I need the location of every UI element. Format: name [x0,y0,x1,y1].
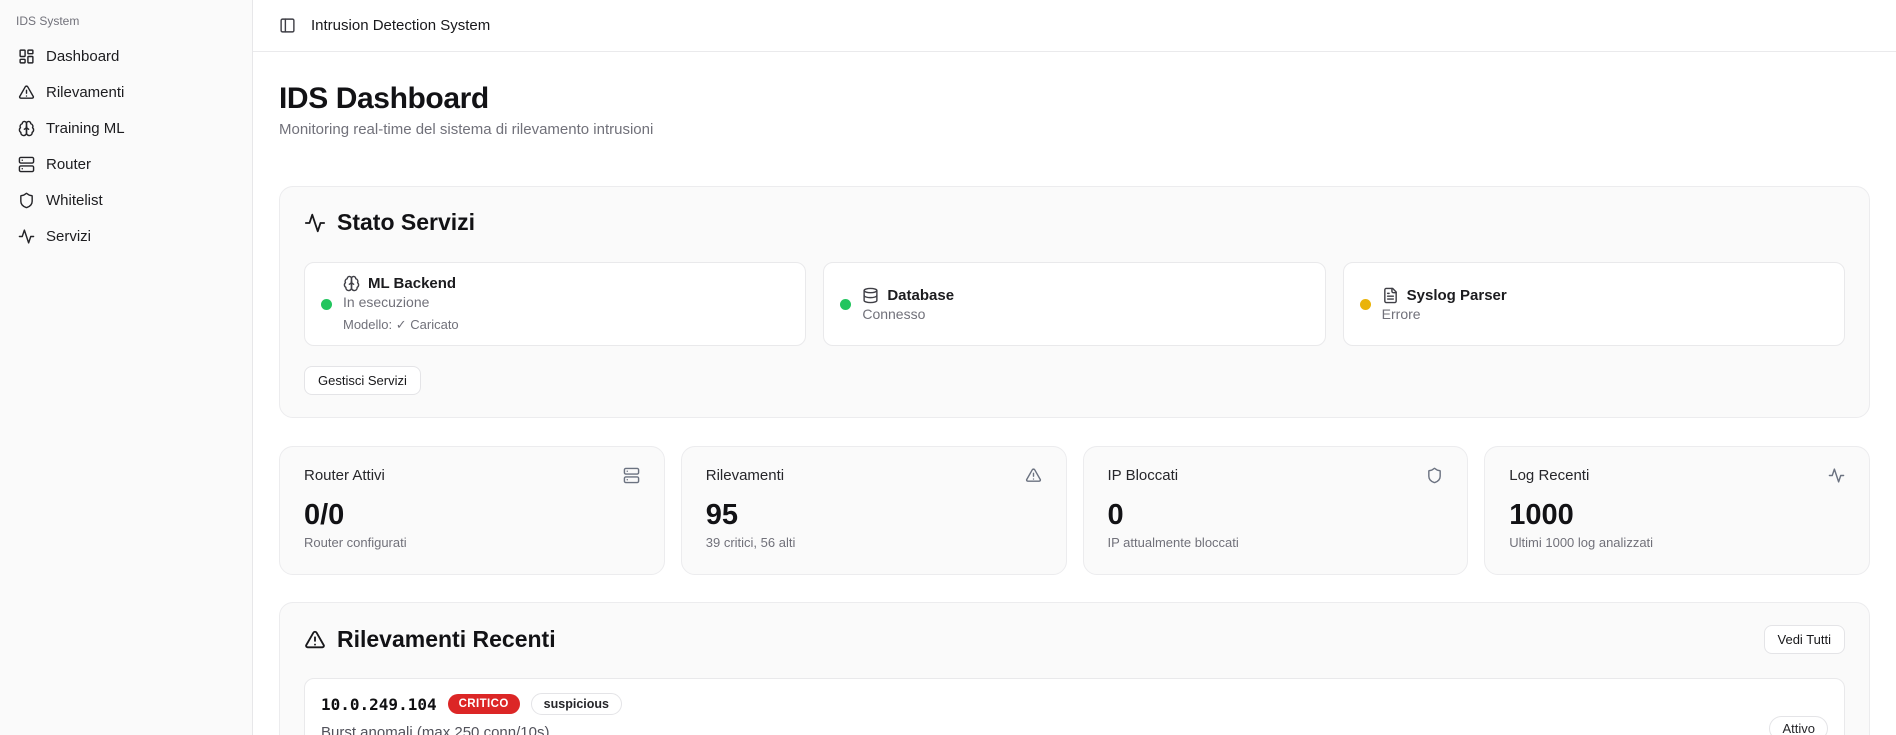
triangle-alert-icon [1025,467,1042,484]
sidebar-item-label: Dashboard [46,48,119,65]
shield-icon [1426,467,1443,484]
server-icon [623,467,640,484]
services-status-card: Stato Servizi ML Backend In esecuzione M… [279,186,1870,418]
stat-value: 0 [1108,499,1444,532]
stat-subtext: Router configurati [304,535,640,550]
status-dot [1360,299,1371,310]
detection-description: Burst anomali (max 250 conn/10s) [321,724,622,735]
service-name: Syslog Parser [1407,287,1507,304]
sidebar-item-label: Training ML [46,120,125,137]
stat-top: Log Recenti [1509,467,1845,484]
service-model-detail: Modello: ✓ Caricato [343,317,459,333]
page-content: IDS Dashboard Monitoring real-time del s… [253,52,1896,735]
page-title: IDS Dashboard [279,82,1870,116]
sidebar-item-label: Rilevamenti [46,84,124,101]
sidebar-item-training-ml[interactable]: Training ML [10,112,242,145]
stat-card-router-attivi: Router Attivi 0/0 Router configurati [279,446,665,575]
tag-badge: suspicious [531,693,622,715]
triangle-alert-icon [304,629,326,651]
services-heading: Stato Servizi [304,209,1845,236]
brain-icon [343,275,360,292]
stat-card-rilevamenti: Rilevamenti 95 39 critici, 56 alti [681,446,1067,575]
detection-row: 10.0.249.104 CRITICO suspicious Burst an… [304,678,1845,735]
service-status: In esecuzione [343,294,459,310]
recent-detections-card: Rilevamenti Recenti Vedi Tutti 10.0.249.… [279,602,1870,735]
view-all-button[interactable]: Vedi Tutti [1764,625,1845,654]
sidebar-item-label: Servizi [46,228,91,245]
detection-status-badge: Attivo [1769,716,1828,735]
stat-subtext: Ultimi 1000 log analizzati [1509,535,1845,550]
stat-subtext: 39 critici, 56 alti [706,535,1042,550]
service-card-database: Database Connesso [823,262,1325,346]
service-card-syslog-parser: Syslog Parser Errore [1343,262,1845,346]
main-area: Intrusion Detection System IDS Dashboard… [253,0,1896,735]
detections-header-row: Rilevamenti Recenti Vedi Tutti [304,625,1845,654]
stat-title: IP Bloccati [1108,467,1179,484]
service-info: Database Connesso [862,287,954,322]
file-text-icon [1382,287,1399,304]
triangle-alert-icon [18,84,35,101]
manage-services-button[interactable]: Gestisci Servizi [304,366,421,395]
services-heading-label: Stato Servizi [337,209,475,236]
stat-title: Router Attivi [304,467,385,484]
shield-icon [18,192,35,209]
stat-card-log-recenti: Log Recenti 1000 Ultimi 1000 log analizz… [1484,446,1870,575]
app-title: Intrusion Detection System [311,17,490,34]
sidebar-group-label: IDS System [10,8,242,40]
service-info: ML Backend In esecuzione Modello: ✓ Cari… [343,275,459,333]
stat-value: 95 [706,499,1042,532]
stats-grid: Router Attivi 0/0 Router configurati Ril… [279,446,1870,575]
activity-icon [1828,467,1845,484]
service-name-row: Database [862,287,954,304]
stat-value: 0/0 [304,499,640,532]
detection-line1: 10.0.249.104 CRITICO suspicious [321,693,622,715]
sidebar-item-whitelist[interactable]: Whitelist [10,184,242,217]
sidebar-item-label: Whitelist [46,192,103,209]
detection-ip: 10.0.249.104 [321,695,437,714]
database-icon [862,287,879,304]
server-icon [18,156,35,173]
activity-icon [304,212,326,234]
stat-title: Log Recenti [1509,467,1589,484]
sidebar-item-dashboard[interactable]: Dashboard [10,40,242,73]
layout-dashboard-icon [18,48,35,65]
stat-card-ip-bloccati: IP Bloccati 0 IP attualmente bloccati [1083,446,1469,575]
sidebar-item-label: Router [46,156,91,173]
status-dot [840,299,851,310]
sidebar-item-rilevamenti[interactable]: Rilevamenti [10,76,242,109]
service-card-ml-backend: ML Backend In esecuzione Modello: ✓ Cari… [304,262,806,346]
stat-title: Rilevamenti [706,467,784,484]
service-info: Syslog Parser Errore [1382,287,1507,322]
detections-heading-label: Rilevamenti Recenti [337,626,556,653]
ids-app: IDS System Dashboard Rilevamenti Trainin… [0,0,1896,735]
status-dot [321,299,332,310]
topbar: Intrusion Detection System [253,0,1896,52]
sidebar-item-router[interactable]: Router [10,148,242,181]
stat-top: Rilevamenti [706,467,1042,484]
brain-icon [18,120,35,137]
stat-top: Router Attivi [304,467,640,484]
service-name: ML Backend [368,275,456,292]
services-grid: ML Backend In esecuzione Modello: ✓ Cari… [304,262,1845,346]
service-name: Database [887,287,954,304]
stat-value: 1000 [1509,499,1845,532]
severity-badge: CRITICO [448,694,520,714]
sidebar: IDS System Dashboard Rilevamenti Trainin… [0,0,253,735]
service-status: Connesso [862,306,954,322]
stat-subtext: IP attualmente bloccati [1108,535,1444,550]
detections-heading: Rilevamenti Recenti [304,626,556,653]
detection-details: 10.0.249.104 CRITICO suspicious Burst an… [321,693,622,735]
sidebar-item-servizi[interactable]: Servizi [10,220,242,253]
stat-top: IP Bloccati [1108,467,1444,484]
activity-icon [18,228,35,245]
service-name-row: ML Backend [343,275,459,292]
service-name-row: Syslog Parser [1382,287,1507,304]
service-status: Errore [1382,306,1507,322]
page-subtitle: Monitoring real-time del sistema di rile… [279,121,1870,138]
panel-left-toggle-icon[interactable] [279,17,296,34]
